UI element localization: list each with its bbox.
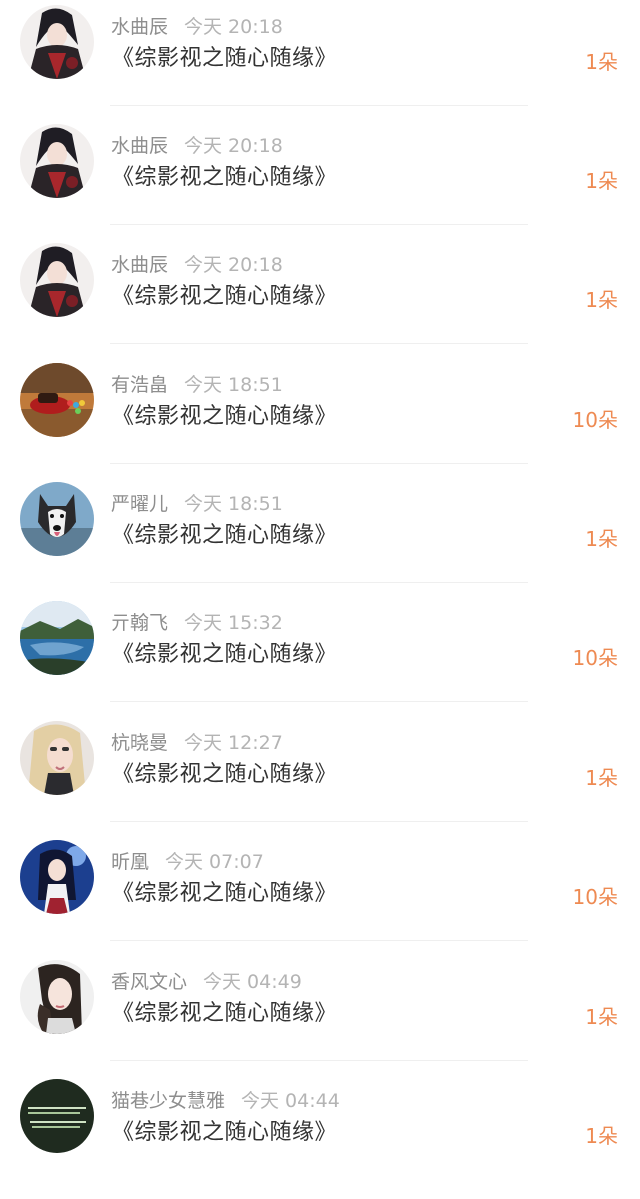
flower-count: 1朵	[585, 169, 618, 193]
anime-girl-avatar	[20, 840, 94, 914]
divider	[110, 343, 528, 344]
husky-dog-avatar	[20, 482, 94, 556]
flower-count: 1朵	[585, 766, 618, 790]
work-title: 《综影视之随心随缘》	[112, 404, 338, 429]
list-item[interactable]: 水曲辰 今天 20:18 《综影视之随心随缘》 1朵	[0, 124, 640, 244]
text-image-avatar	[20, 1079, 94, 1153]
flower-count: 1朵	[585, 288, 618, 312]
flower-count: 1朵	[585, 1124, 618, 1148]
timestamp: 今天 18:51	[184, 493, 283, 515]
user-name-line: 水曲辰 今天 20:18	[111, 134, 283, 158]
user-name-line: 亓翰飞 今天 15:32	[111, 611, 283, 635]
avatar[interactable]	[20, 243, 94, 317]
blonde-woman-avatar	[20, 721, 94, 795]
anime-man-avatar	[20, 243, 94, 317]
user-name: 严曜儿	[111, 493, 169, 515]
divider	[110, 940, 528, 941]
work-title: 《综影视之随心随缘》	[112, 762, 338, 787]
user-name: 有浩畠	[111, 374, 169, 396]
list-item[interactable]: 昕凰 今天 07:07 《综影视之随心随缘》 10朵	[0, 840, 640, 960]
list-item[interactable]: 水曲辰 今天 20:18 《综影视之随心随缘》 1朵	[0, 5, 640, 125]
list-item[interactable]: 严曜儿 今天 18:51 《综影视之随心随缘》 1朵	[0, 482, 640, 602]
timestamp: 今天 18:51	[184, 374, 283, 396]
flower-count: 10朵	[572, 885, 618, 909]
work-title: 《综影视之随心随缘》	[112, 881, 338, 906]
work-title: 《综影视之随心随缘》	[112, 46, 338, 71]
user-name: 亓翰飞	[111, 612, 169, 634]
timestamp: 今天 20:18	[184, 254, 283, 276]
timestamp: 今天 07:07	[165, 851, 264, 873]
user-name-line: 猫巷少女慧雅 今天 04:44	[111, 1089, 340, 1113]
divider	[110, 105, 528, 106]
flower-count: 10朵	[572, 408, 618, 432]
user-name-line: 香风文心 今天 04:49	[111, 970, 302, 994]
timestamp: 今天 15:32	[184, 612, 283, 634]
timestamp: 今天 20:18	[184, 16, 283, 38]
divider	[110, 821, 528, 822]
list-item[interactable]: 水曲辰 今天 20:18 《综影视之随心随缘》 1朵	[0, 243, 640, 363]
work-title: 《综影视之随心随缘》	[112, 642, 338, 667]
list-item[interactable]: 猫巷少女慧雅 今天 04:44 《综影视之随心随缘》 1朵	[0, 1079, 640, 1199]
divider	[110, 1060, 528, 1061]
user-name-line: 水曲辰 今天 20:18	[111, 15, 283, 39]
timestamp: 今天 20:18	[184, 135, 283, 157]
list-item[interactable]: 杭晓曼 今天 12:27 《综影视之随心随缘》 1朵	[0, 721, 640, 841]
lake-landscape-avatar	[20, 601, 94, 675]
avatar[interactable]	[20, 5, 94, 79]
avatar[interactable]	[20, 840, 94, 914]
divider	[110, 701, 528, 702]
user-name: 水曲辰	[111, 16, 169, 38]
avatar[interactable]	[20, 601, 94, 675]
user-name-line: 杭晓曼 今天 12:27	[111, 731, 283, 755]
user-name: 水曲辰	[111, 135, 169, 157]
woman-portrait-avatar	[20, 960, 94, 1034]
list-item[interactable]: 有浩畠 今天 18:51 《综影视之随心随缘》 10朵	[0, 363, 640, 483]
flower-count: 1朵	[585, 527, 618, 551]
user-name-line: 严曜儿 今天 18:51	[111, 492, 283, 516]
divider	[110, 582, 528, 583]
user-name-line: 昕凰 今天 07:07	[111, 850, 264, 874]
anime-man-avatar	[20, 5, 94, 79]
avatar[interactable]	[20, 1079, 94, 1153]
divider	[110, 463, 528, 464]
divider	[110, 224, 528, 225]
timestamp: 今天 12:27	[184, 732, 283, 754]
user-name: 杭晓曼	[111, 732, 169, 754]
user-name: 猫巷少女慧雅	[111, 1090, 226, 1112]
avatar[interactable]	[20, 482, 94, 556]
work-title: 《综影视之随心随缘》	[112, 523, 338, 548]
avatar[interactable]	[20, 124, 94, 198]
user-name-line: 有浩畠 今天 18:51	[111, 373, 283, 397]
user-name: 香风文心	[111, 971, 188, 993]
user-name: 水曲辰	[111, 254, 169, 276]
flower-count: 10朵	[572, 646, 618, 670]
list-item[interactable]: 香风文心 今天 04:49 《综影视之随心随缘》 1朵	[0, 960, 640, 1080]
avatar[interactable]	[20, 721, 94, 795]
user-name: 昕凰	[111, 851, 150, 873]
gift-list: 水曲辰 今天 20:18 《综影视之随心随缘》 1朵 水曲辰 今天 20:18 《综…	[0, 0, 640, 1169]
work-title: 《综影视之随心随缘》	[112, 1001, 338, 1026]
toy-car-avatar	[20, 363, 94, 437]
work-title: 《综影视之随心随缘》	[112, 284, 338, 309]
user-name-line: 水曲辰 今天 20:18	[111, 253, 283, 277]
avatar[interactable]	[20, 960, 94, 1034]
avatar[interactable]	[20, 363, 94, 437]
anime-man-avatar	[20, 124, 94, 198]
list-item[interactable]: 亓翰飞 今天 15:32 《综影视之随心随缘》 10朵	[0, 601, 640, 721]
work-title: 《综影视之随心随缘》	[112, 165, 338, 190]
timestamp: 今天 04:49	[203, 971, 302, 993]
flower-count: 1朵	[585, 1005, 618, 1029]
work-title: 《综影视之随心随缘》	[112, 1120, 338, 1145]
flower-count: 1朵	[585, 50, 618, 74]
timestamp: 今天 04:44	[241, 1090, 340, 1112]
